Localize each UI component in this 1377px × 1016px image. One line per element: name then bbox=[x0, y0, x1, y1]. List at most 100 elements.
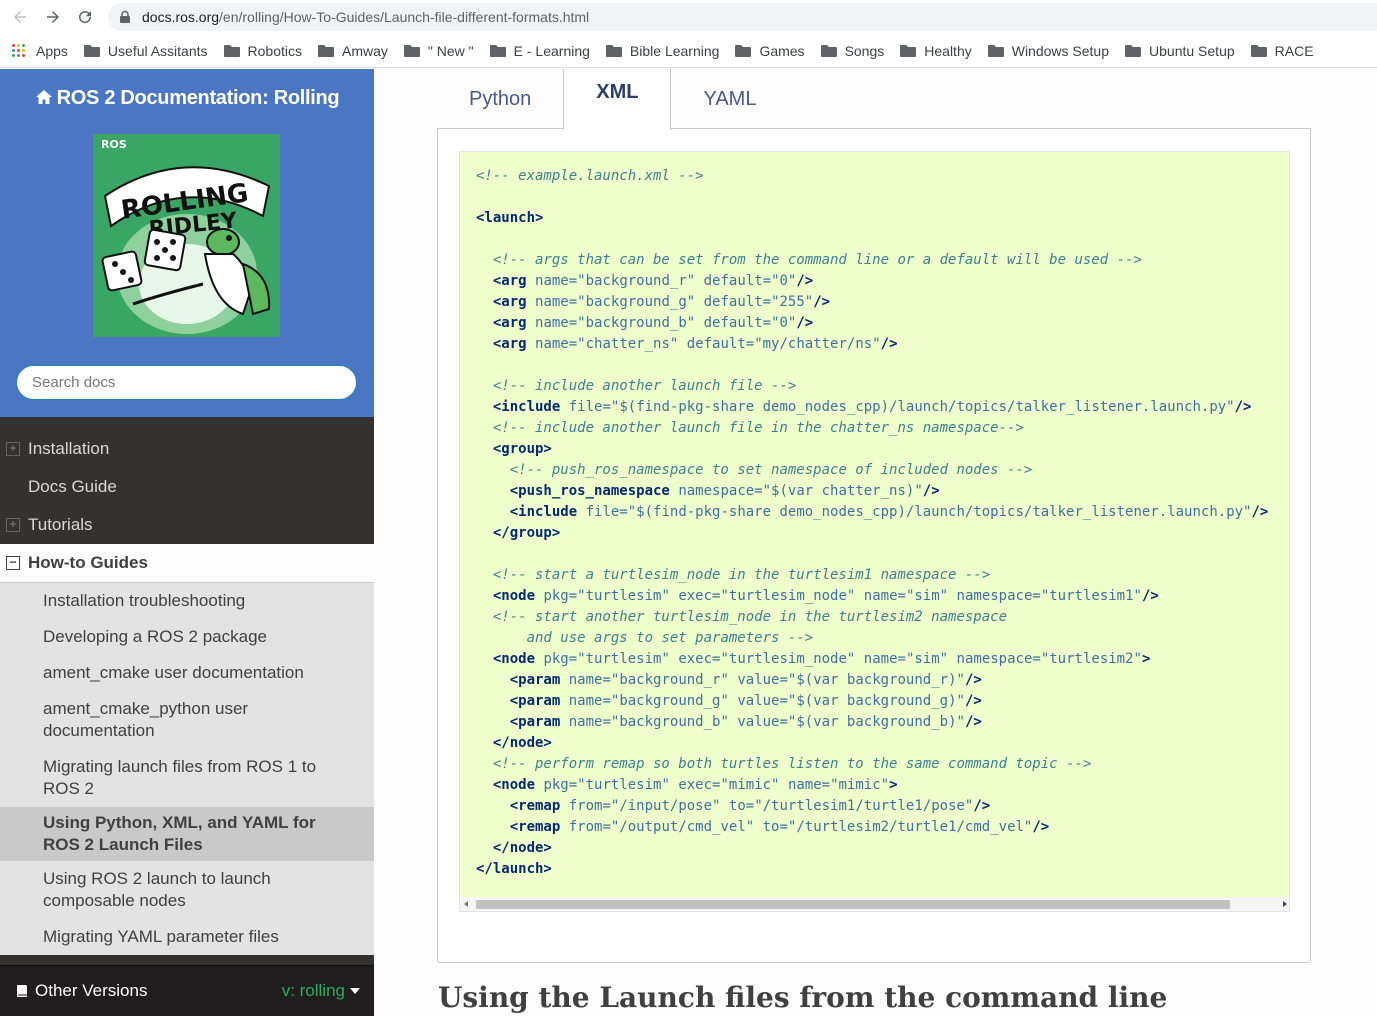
arrow-left-icon bbox=[14, 11, 26, 23]
tab-python[interactable]: Python bbox=[437, 69, 563, 129]
project-title: ROS 2 Documentation: Rolling bbox=[56, 87, 340, 109]
code-token: "turtlesim" bbox=[577, 588, 670, 604]
bookmark-amway[interactable]: Amway bbox=[318, 43, 388, 59]
code-token: to= bbox=[762, 819, 788, 835]
bookmark-ubuntu-setup[interactable]: Ubuntu Setup bbox=[1125, 43, 1235, 59]
code-token: <include bbox=[509, 504, 578, 520]
project-title-link[interactable]: ROS 2 Documentation: Rolling bbox=[0, 87, 374, 110]
sidebar-subitem-migrating-yaml-parameter-files[interactable]: Migrating YAML parameter files bbox=[0, 919, 374, 955]
sidebar-subitem-ament-cmake-python-user-documentation[interactable]: ament_cmake_python user documentation bbox=[0, 691, 374, 749]
code-line: <include file="$(find-pkg-share demo_nod… bbox=[476, 502, 1269, 523]
expand-icon[interactable]: + bbox=[6, 442, 20, 456]
reload-icon bbox=[79, 11, 92, 24]
sidebar-item-docs-guide[interactable]: Docs Guide bbox=[0, 468, 374, 506]
scroll-right-icon[interactable] bbox=[1283, 901, 1287, 907]
bookmark-robotics[interactable]: Robotics bbox=[223, 43, 302, 59]
code-token: <arg bbox=[492, 336, 527, 352]
address-bar[interactable]: docs.ros.org/en/rolling/How-To-Guides/La… bbox=[108, 3, 1377, 31]
code-token: <!-- perform remap so both turtles liste… bbox=[492, 756, 1092, 772]
code-token: default= bbox=[703, 294, 772, 310]
bookmark-games[interactable]: Games bbox=[735, 43, 805, 59]
forward-button[interactable] bbox=[41, 5, 65, 29]
code-line: <!-- push_ros_namespace to set namespace… bbox=[476, 460, 1268, 481]
code-line: <param name="background_r" value="$(var … bbox=[476, 670, 1268, 691]
code-token: <node bbox=[492, 588, 536, 604]
sidebar-item-label: How-to Guides bbox=[28, 553, 148, 572]
sidebar-item-installation[interactable]: + Installation bbox=[0, 430, 374, 468]
url-text: docs.ros.org/en/rolling/How-To-Guides/La… bbox=[142, 9, 589, 25]
code-token: default= bbox=[703, 273, 772, 289]
bookmark-windows-setup[interactable]: Windows Setup bbox=[987, 43, 1109, 59]
code-line: <!-- args that can be set from the comma… bbox=[476, 250, 1268, 271]
scrollbar-thumb[interactable] bbox=[476, 900, 1230, 909]
tab-yaml[interactable]: YAML bbox=[671, 69, 788, 129]
scroll-left-icon[interactable] bbox=[464, 901, 468, 907]
bookmark-bible-learning[interactable]: Bible Learning bbox=[605, 43, 719, 59]
reload-button[interactable] bbox=[73, 5, 97, 29]
code-token: name= bbox=[568, 693, 611, 709]
bookmark-e-learning[interactable]: E - Learning bbox=[489, 43, 590, 59]
sidebar-item-tutorials[interactable]: + Tutorials bbox=[0, 506, 374, 544]
code-line: <arg name="chatter_ns" default="my/chatt… bbox=[476, 334, 1268, 355]
bookmark-label: Apps bbox=[36, 42, 68, 59]
folder-icon bbox=[403, 44, 420, 57]
code-token: "$(find-pkg-share demo_nodes_cpp)/launch… bbox=[610, 399, 1235, 415]
code-line: <!-- perform remap so both turtles liste… bbox=[476, 754, 1268, 775]
code-token: "background_r" bbox=[610, 672, 729, 688]
bookmark-race[interactable]: RACE bbox=[1250, 43, 1314, 59]
code-token: namespace= bbox=[678, 483, 763, 499]
url-path: /en/rolling/How-To-Guides/Launch-file-di… bbox=[219, 9, 590, 25]
sidebar-subitem-installation-troubleshooting[interactable]: Installation troubleshooting bbox=[0, 583, 374, 619]
sidebar-subitem-using-ros-2-launch-to-launch-composable-nodes[interactable]: Using ROS 2 launch to launch composable … bbox=[0, 861, 374, 919]
collapse-icon[interactable]: − bbox=[6, 556, 20, 570]
code-token: default= bbox=[703, 315, 772, 331]
horizontal-scrollbar[interactable] bbox=[460, 897, 1289, 911]
code-line: <include file="$(find-pkg-share demo_nod… bbox=[476, 397, 1268, 418]
code-line: <node pkg="turtlesim" exec="turtlesim_no… bbox=[476, 586, 1268, 607]
other-versions-bar[interactable]: Other Versions v: rolling bbox=[0, 965, 374, 1016]
current-version[interactable]: v: rolling bbox=[282, 981, 360, 1001]
code-token: </launch> bbox=[476, 861, 552, 877]
bookmark-songs[interactable]: Songs bbox=[820, 43, 884, 59]
sidebar-subitem-ament-cmake-user-documentation[interactable]: ament_cmake user documentation bbox=[0, 655, 374, 691]
code-token: </node> bbox=[492, 735, 552, 751]
code-line: <param name="background_b" value="$(var … bbox=[476, 712, 1268, 733]
bookmark-new[interactable]: " New " bbox=[403, 43, 474, 59]
code-token: "$(var background_r)" bbox=[787, 672, 965, 688]
bookmark-healthy[interactable]: Healthy bbox=[900, 43, 972, 59]
back-button[interactable] bbox=[8, 5, 32, 29]
folder-icon bbox=[318, 44, 334, 57]
code-token: </node> bbox=[492, 840, 552, 856]
expand-icon[interactable]: + bbox=[6, 518, 20, 532]
code-token: "background_r" bbox=[577, 273, 696, 289]
tab-xml[interactable]: XML bbox=[563, 69, 672, 130]
sidebar-subitem-using-python-xml-and-yaml-for-ros-2-launch-files[interactable]: Using Python, XML, and YAML for ROS 2 La… bbox=[0, 807, 374, 861]
home-icon bbox=[35, 90, 52, 104]
code-token: <!-- include another launch file --> bbox=[492, 378, 797, 394]
search-input[interactable] bbox=[32, 374, 332, 391]
code-token: and use args to set parameters --> bbox=[526, 630, 814, 646]
bookmark-useful-assitants[interactable]: Useful Assitants bbox=[83, 43, 208, 59]
code-token: <!-- push_ros_namespace to set namespace… bbox=[509, 462, 1033, 478]
sidebar-subitem-developing-a-ros-2-package[interactable]: Developing a ROS 2 package bbox=[0, 619, 374, 655]
sidebar-item-how-to-guides[interactable]: − How-to Guides bbox=[0, 544, 374, 583]
code-token: <include bbox=[492, 399, 561, 415]
sidebar-subitem-migrating-launch-files-from-ros-1-to-ros-2[interactable]: Migrating launch files from ROS 1 to ROS… bbox=[0, 749, 374, 807]
code-token: value= bbox=[737, 714, 788, 730]
caret-down-icon bbox=[350, 988, 360, 994]
code-line: ​ bbox=[476, 544, 1268, 565]
code-token: "mimic" bbox=[830, 777, 890, 793]
code-line: <!-- include another launch file in the … bbox=[476, 418, 1268, 439]
code-line: <!-- start another turtlesim_node in the… bbox=[476, 607, 1268, 628]
code-line: <arg name="background_g" default="255"/> bbox=[476, 292, 1268, 313]
bookmark-apps[interactable]: Apps bbox=[12, 43, 68, 59]
rolling-ridley-logo[interactable]: ROLLING RIDLEY ROS bbox=[93, 134, 280, 337]
